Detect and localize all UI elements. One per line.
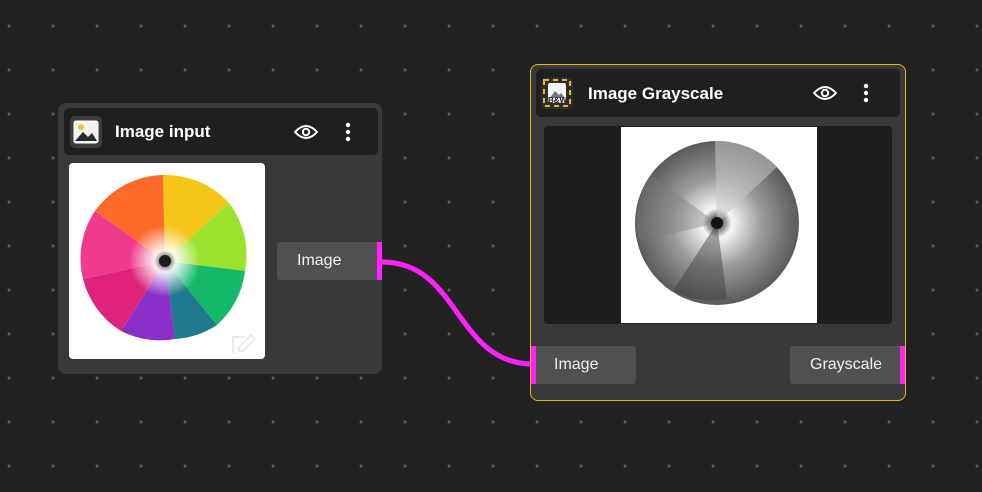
output-connector[interactable] bbox=[377, 242, 382, 280]
eye-icon[interactable] bbox=[292, 118, 320, 146]
output-preview-area bbox=[544, 126, 892, 324]
vertical-dots-icon[interactable] bbox=[852, 79, 880, 107]
image-icon bbox=[70, 116, 102, 148]
node-header[interactable]: B&W Image Grayscale bbox=[536, 69, 900, 117]
node-title: Image input bbox=[115, 122, 211, 141]
image-grayscale-node[interactable]: B&W Image Grayscale Image Grayscale bbox=[530, 64, 906, 401]
b-and-w-filter-icon: B&W bbox=[541, 77, 573, 109]
node-title: Image Grayscale bbox=[588, 84, 724, 103]
pencil-icon bbox=[232, 333, 257, 353]
eye-icon[interactable] bbox=[811, 79, 839, 107]
output-connector[interactable] bbox=[900, 346, 905, 384]
node-header[interactable]: Image input bbox=[64, 108, 378, 155]
image-output-port[interactable]: Image bbox=[277, 242, 382, 280]
image-input-node[interactable]: Image input Image bbox=[58, 103, 382, 374]
connection-wire[interactable] bbox=[379, 259, 536, 367]
filter-icon-text: B&W bbox=[548, 96, 568, 105]
port-label: Image bbox=[297, 252, 342, 269]
grayscale-image-preview bbox=[621, 127, 817, 323]
port-label: Image bbox=[554, 356, 599, 373]
input-image-preview bbox=[69, 163, 265, 359]
color-flower-image bbox=[80, 174, 257, 353]
input-connector[interactable] bbox=[531, 346, 536, 384]
node-editor-canvas[interactable]: Image input Image B&W Image Grayscale Im… bbox=[0, 0, 982, 492]
grayscale-output-port[interactable]: Grayscale bbox=[790, 346, 905, 384]
grayscale-flower-image bbox=[635, 140, 799, 305]
port-label: Grayscale bbox=[810, 356, 883, 373]
image-input-port[interactable]: Image bbox=[531, 346, 636, 384]
vertical-dots-icon[interactable] bbox=[334, 118, 362, 146]
